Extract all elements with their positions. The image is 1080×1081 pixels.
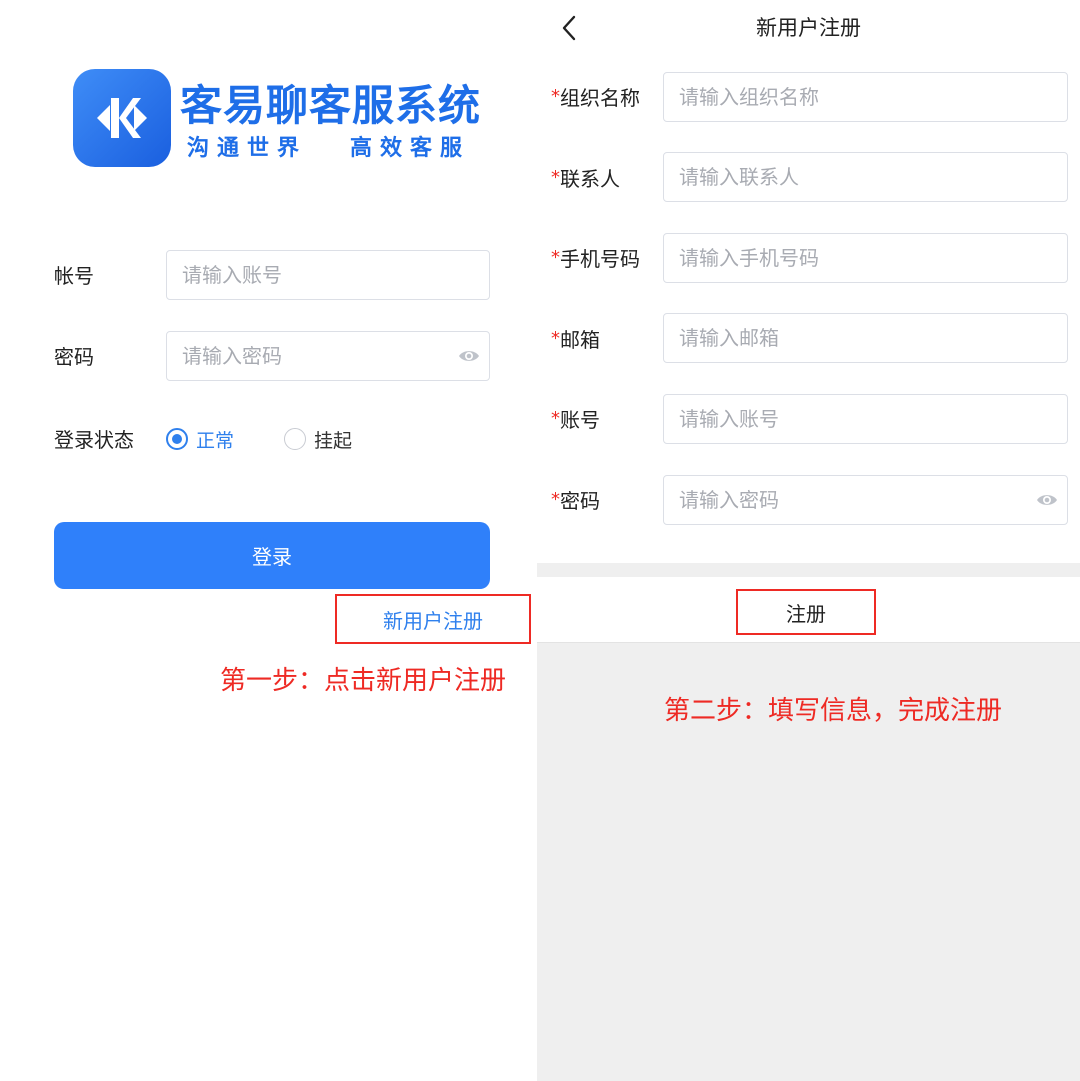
logo-slogan-part2: 高效客服 (350, 135, 471, 161)
logo-k-mark-icon (97, 98, 147, 138)
phone-input[interactable] (663, 233, 1068, 283)
logo-icon (73, 69, 171, 167)
org-name-label-text: 组织名称 (560, 86, 640, 110)
required-star: * (551, 328, 560, 349)
password-label: *密码 (551, 485, 600, 514)
password-input[interactable] (663, 475, 1068, 525)
required-star: * (551, 408, 560, 429)
new-user-register-label: 新用户注册 (383, 608, 483, 633)
password-input[interactable] (166, 331, 490, 381)
phone-label: *手机号码 (551, 243, 640, 272)
status-radio-suspend[interactable]: 挂起 (284, 426, 352, 452)
password-label-text: 密码 (560, 489, 600, 513)
logo-title: 客易聊客服系统 (180, 81, 482, 130)
status-radio-suspend-label: 挂起 (314, 429, 353, 452)
eye-icon[interactable] (1036, 492, 1058, 508)
eye-icon[interactable] (458, 348, 480, 364)
register-submit-label: 注册 (786, 601, 826, 626)
step2-annotation: 第二步：填写信息，完成注册 (664, 696, 1003, 726)
logo-slogan-part1: 沟通世界 (187, 135, 308, 161)
email-label-text: 邮箱 (560, 328, 600, 352)
register-submit-button[interactable]: 注册 (736, 589, 876, 635)
email-input[interactable] (663, 313, 1068, 363)
account-input[interactable] (166, 250, 490, 300)
status-radio-normal-label: 正常 (196, 429, 235, 452)
submit-bar: 注册 (537, 577, 1080, 643)
required-star: * (551, 167, 560, 188)
step1-annotation: 第一步：点击新用户注册 (220, 666, 507, 696)
radio-checked-icon (166, 428, 188, 450)
account-label-text: 账号 (560, 408, 600, 432)
login-status-label: 登录状态 (54, 428, 134, 452)
login-button[interactable]: 登录 (54, 522, 490, 589)
org-name-input[interactable] (663, 72, 1068, 122)
required-star: * (551, 86, 560, 107)
contact-input[interactable] (663, 152, 1068, 202)
register-screen: 新用户注册 *组织名称 *联系人 *手机号码 *邮箱 *账号 *密码 注册 第二… (537, 0, 1080, 1081)
required-star: * (551, 247, 560, 268)
radio-unchecked-icon (284, 428, 306, 450)
login-screen: 客易聊客服系统 沟通世界 高效客服 帐号 密码 登录状态 正常 挂起 登录 新用… (0, 0, 537, 1081)
account-label: 帐号 (54, 264, 94, 288)
new-user-register-link[interactable]: 新用户注册 (335, 594, 531, 644)
required-star: * (551, 489, 560, 510)
password-label: 密码 (54, 345, 94, 369)
phone-label-text: 手机号码 (560, 247, 640, 271)
contact-label: *联系人 (551, 163, 620, 192)
org-name-label: *组织名称 (551, 82, 640, 111)
email-label: *邮箱 (551, 324, 600, 353)
account-input[interactable] (663, 394, 1068, 444)
page-title: 新用户注册 (756, 16, 861, 40)
contact-label-text: 联系人 (560, 167, 620, 191)
account-label: *账号 (551, 404, 600, 433)
status-radio-normal[interactable]: 正常 (166, 426, 234, 452)
